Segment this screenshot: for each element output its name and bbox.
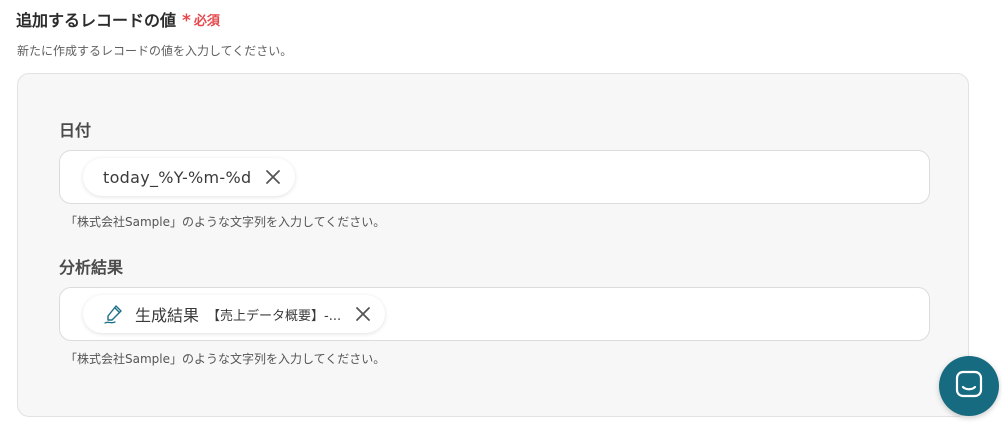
variable-chip-analysis[interactable]: 生成結果 【売上データ概要】-...	[83, 295, 386, 333]
analysis-result-field[interactable]: 生成結果 【売上データ概要】-...	[59, 287, 930, 341]
section-header: 追加するレコードの値 * 必須	[16, 7, 220, 31]
chip-text: today_%Y-%m-%d	[103, 167, 252, 187]
section-description: 新たに作成するレコードの値を入力してください。	[17, 44, 293, 58]
section-title: 追加するレコードの値	[16, 11, 177, 30]
required-label: 必須	[193, 13, 220, 29]
chat-launcher-button[interactable]	[939, 356, 999, 416]
close-icon[interactable]	[263, 167, 283, 187]
field-label-date: 日付	[59, 121, 92, 140]
chip-sub-text: 【売上データ概要】-...	[207, 308, 342, 324]
required-asterisk: *	[182, 10, 191, 31]
chip-main-text: 生成結果	[135, 306, 200, 325]
date-field[interactable]: today_%Y-%m-%d	[59, 150, 930, 204]
pen-icon	[103, 303, 125, 325]
field-hint-analysis: 「株式会社Sample」のような文字列を入力してください。	[65, 352, 386, 366]
variable-chip-date[interactable]: today_%Y-%m-%d	[83, 158, 296, 196]
record-values-panel: 日付 today_%Y-%m-%d 「株式会社Sample」のような文字列を入力…	[17, 73, 969, 417]
field-hint-date: 「株式会社Sample」のような文字列を入力してください。	[65, 215, 386, 229]
field-label-analysis: 分析結果	[59, 258, 124, 277]
close-icon[interactable]	[353, 304, 373, 324]
chat-icon	[954, 369, 984, 403]
required-badge: * 必須	[182, 10, 220, 29]
page: 追加するレコードの値 * 必須 新たに作成するレコードの値を入力してください。 …	[0, 0, 1002, 428]
